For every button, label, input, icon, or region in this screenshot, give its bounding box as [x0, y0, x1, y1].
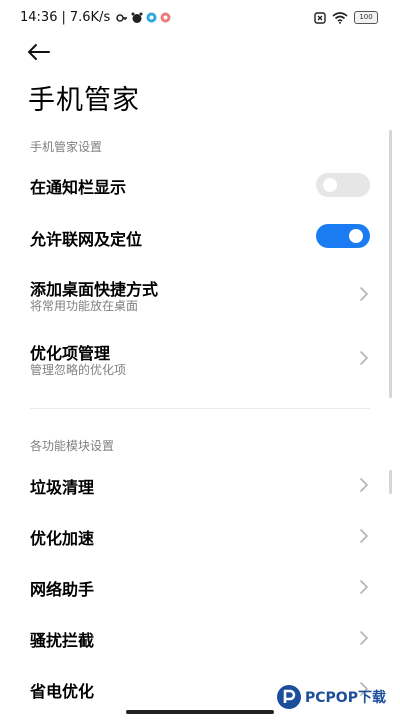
- status-left: 14:36 | 7.6K/s: [20, 10, 171, 25]
- chevron-right-icon: [360, 351, 368, 365]
- section-header-modules: 各功能模块设置: [30, 439, 115, 453]
- setting-row-allow-network-location[interactable]: 允许联网及定位: [0, 216, 400, 258]
- module-title: 网络助手: [30, 580, 95, 599]
- status-right: 100: [314, 11, 378, 24]
- chevron-right-icon: [360, 478, 368, 492]
- module-row-optimize-speedup[interactable]: 优化加速: [0, 515, 400, 557]
- setting-row-show-in-notification[interactable]: 在通知栏显示: [0, 164, 400, 206]
- section-header-settings: 手机管家设置: [30, 140, 103, 154]
- setting-title: 允许联网及定位: [30, 230, 143, 249]
- status-separator: |: [61, 10, 66, 25]
- home-indicator[interactable]: [126, 710, 274, 714]
- chevron-right-icon: [360, 287, 368, 301]
- module-title: 优化加速: [30, 529, 95, 548]
- battery-icon: 100: [354, 11, 378, 24]
- chevron-right-icon: [360, 580, 368, 594]
- chevron-right-icon: [360, 529, 368, 543]
- alarm-clock-icon: [131, 12, 143, 23]
- watermark: PCPOP下载: [276, 684, 386, 710]
- module-title: 省电优化: [30, 682, 95, 701]
- toggle-knob: [323, 178, 337, 192]
- setting-subtitle: 将常用功能放在桌面: [30, 299, 139, 313]
- toggle-knob: [349, 229, 363, 243]
- setting-row-add-desktop-shortcut[interactable]: 添加桌面快捷方式 将常用功能放在桌面: [0, 266, 400, 322]
- app-notification-icon: [146, 12, 157, 23]
- status-bar: 14:36 | 7.6K/s 100: [0, 0, 400, 36]
- vpn-key-icon: [116, 13, 128, 22]
- pcpop-logo-icon: [277, 685, 301, 709]
- watermark-text: PCPOP下载: [305, 690, 386, 706]
- chevron-right-icon: [360, 631, 368, 645]
- scrollbar-lower[interactable]: [389, 470, 392, 494]
- app-notification-icon-2: [160, 12, 171, 23]
- sim-icon: [314, 11, 326, 24]
- module-row-harassment-block[interactable]: 骚扰拦截: [0, 617, 400, 659]
- show-in-notification-toggle[interactable]: [316, 173, 370, 197]
- module-title: 垃圾清理: [30, 478, 95, 497]
- module-row-junk-cleanup[interactable]: 垃圾清理: [0, 464, 400, 506]
- wifi-icon: [332, 11, 348, 24]
- back-arrow-icon: [28, 44, 50, 60]
- status-time: 14:36: [20, 10, 58, 25]
- allow-network-location-toggle[interactable]: [316, 224, 370, 248]
- setting-subtitle: 管理忽略的优化项: [30, 363, 127, 377]
- setting-row-optimization-management[interactable]: 优化项管理 管理忽略的优化项: [0, 330, 400, 386]
- scrollbar-upper[interactable]: [389, 130, 392, 398]
- status-notification-icons: [116, 12, 171, 24]
- section-divider: [30, 408, 370, 409]
- setting-title: 在通知栏显示: [30, 178, 127, 197]
- module-row-network-assistant[interactable]: 网络助手: [0, 566, 400, 608]
- back-button[interactable]: [26, 38, 58, 66]
- module-title: 骚扰拦截: [30, 631, 95, 650]
- status-net-speed: 7.6K/s: [69, 10, 111, 25]
- page-title: 手机管家: [28, 85, 140, 116]
